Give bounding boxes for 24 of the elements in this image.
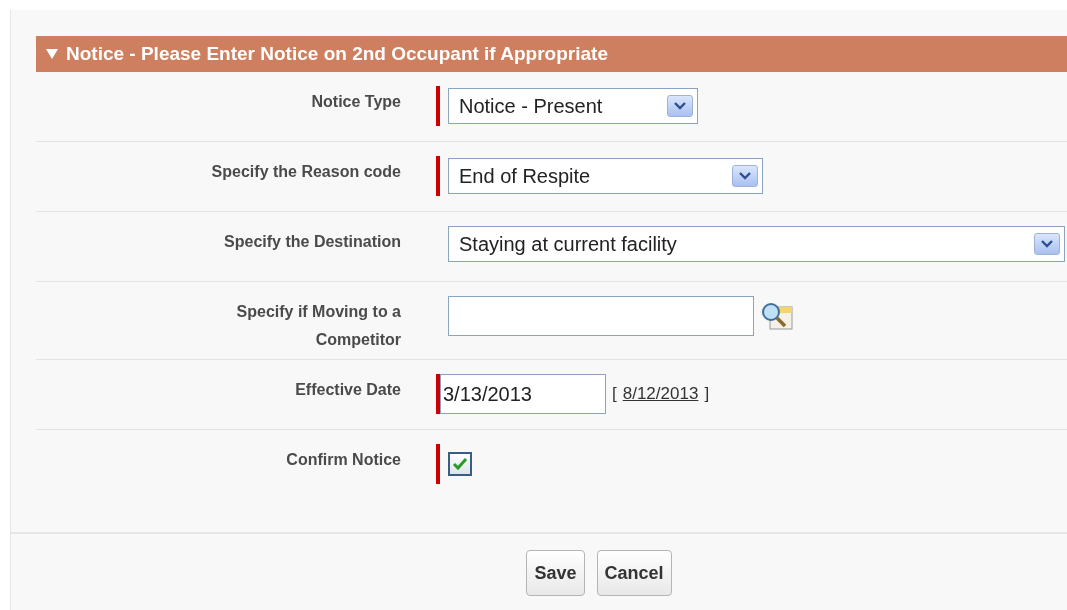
form-button[interactable]: Cancel: [596, 550, 672, 596]
date-input-field[interactable]: 3/13/2013: [440, 374, 606, 414]
dropdown-value: Staying at current facility: [459, 232, 677, 257]
field-label: Confirm Notice: [286, 450, 401, 470]
dropdown-value: End of Respite: [459, 164, 591, 189]
field-label: Notice Type: [311, 92, 401, 112]
today-date-link[interactable]: 8/12/2013: [622, 381, 699, 407]
section-title: Notice - Please Enter Notice on 2nd Occupant if Appropriate: [66, 41, 608, 66]
lookup-input-field[interactable]: [448, 296, 754, 336]
confirm-checkbox[interactable]: [448, 452, 472, 476]
checkmark-icon: [452, 457, 468, 471]
dropdown-field[interactable]: End of Respite: [448, 158, 763, 194]
field-label: Specify the Destination: [224, 232, 401, 252]
bracket-text: [: [612, 383, 617, 406]
dropdown-field[interactable]: Notice - Present: [448, 88, 698, 124]
field-label: Effective Date: [295, 380, 401, 400]
lookup-magnifier-icon[interactable]: [760, 301, 794, 331]
field-label: Specify the Reason code: [211, 162, 401, 182]
dropdown-value: Notice - Present: [459, 94, 603, 119]
form-button[interactable]: Save: [526, 550, 585, 596]
collapse-triangle-icon: [46, 49, 58, 59]
dropdown-field[interactable]: Staying at current facility: [448, 226, 1065, 262]
field-label: Specify if Moving to a Competitor: [235, 302, 401, 350]
bracket-text: ]: [704, 383, 710, 406]
